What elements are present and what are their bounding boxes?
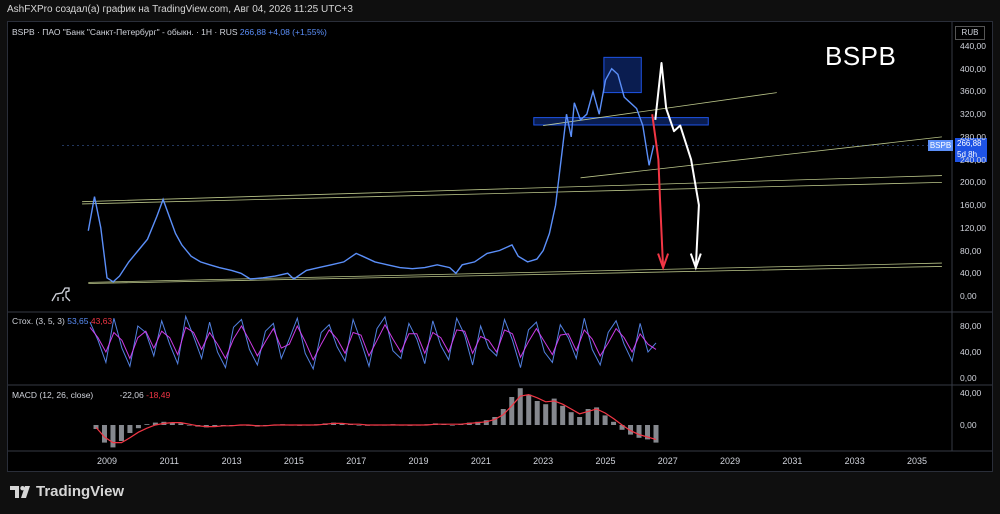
stoch-axis-tick: 0,00 bbox=[960, 373, 977, 383]
resistance-zone bbox=[533, 117, 709, 126]
price-axis-tick: 400,00 bbox=[960, 63, 986, 74]
macd-histogram-bar bbox=[602, 415, 608, 425]
macd-histogram-bar bbox=[110, 425, 116, 448]
trendline-3 bbox=[82, 181, 942, 205]
trendline-4 bbox=[88, 262, 942, 283]
macd-histogram-bar bbox=[543, 404, 549, 425]
time-axis-tick: 2009 bbox=[96, 456, 118, 466]
price-axis-tick: 320,00 bbox=[960, 109, 986, 120]
macd-histogram-bar bbox=[500, 409, 506, 425]
trendline-5 bbox=[88, 266, 942, 284]
macd-histogram-bar bbox=[127, 425, 133, 433]
macd-histogram-bar bbox=[568, 412, 574, 425]
tradingview-logo-icon bbox=[10, 486, 30, 498]
stoch-axis-tick: 80,00 bbox=[960, 321, 982, 331]
brand-name: TradingView bbox=[36, 483, 125, 500]
time-axis-tick: 2021 bbox=[470, 456, 491, 466]
macd-legend: MACD (12, 26, close) -22,06 -18,49 bbox=[12, 390, 170, 400]
stoch-line-d bbox=[89, 323, 657, 361]
macd-histogram-bar bbox=[526, 394, 532, 425]
price-tag-symbol: BSPB bbox=[928, 140, 953, 151]
time-axis-tick: 2027 bbox=[657, 456, 678, 466]
macd-histogram-bar bbox=[93, 425, 99, 429]
macd-label: MACD (12, 26, close) bbox=[12, 390, 94, 400]
stoch-legend: Стох. (3, 5, 3) 53,65 43,63 bbox=[12, 316, 112, 326]
price-axis-tick: 240,00 bbox=[960, 154, 986, 165]
macd-histogram-bar bbox=[534, 401, 540, 425]
macd-histogram-bar bbox=[135, 425, 141, 429]
price-legend: BSPB · ПАО "Банк "Санкт-Петербург" - обы… bbox=[12, 27, 327, 37]
macd-histogram-bar bbox=[560, 405, 566, 425]
stoch-label: Стох. (3, 5, 3) bbox=[12, 316, 65, 326]
time-axis-tick: 2019 bbox=[408, 456, 429, 466]
macd-histogram-bar bbox=[636, 425, 642, 438]
chart-canvas[interactable] bbox=[0, 0, 1000, 514]
price-axis-tick: 200,00 bbox=[960, 177, 986, 188]
stoch-axis-tick: 40,00 bbox=[960, 347, 982, 357]
price-axis-tick: 440,00 bbox=[960, 41, 986, 51]
stoch-line-k bbox=[89, 314, 657, 371]
time-axis-tick: 2035 bbox=[906, 456, 928, 466]
time-axis-tick: 2013 bbox=[221, 456, 242, 466]
macd-histogram-bar bbox=[118, 425, 124, 441]
price-axis-tick: 160,00 bbox=[960, 200, 986, 211]
macd-histogram-bar bbox=[356, 425, 362, 426]
macd-histogram-bar bbox=[611, 421, 617, 425]
macd-histogram-bar bbox=[144, 424, 150, 425]
time-axis-tick: 2017 bbox=[346, 456, 367, 466]
trendline-1 bbox=[580, 136, 942, 179]
last-price: 266,88 bbox=[239, 27, 266, 37]
top-zone bbox=[603, 56, 642, 94]
macd-axis-tick: 0,00 bbox=[960, 420, 977, 430]
price-line bbox=[87, 67, 655, 283]
macd-histogram-bar bbox=[653, 425, 659, 443]
trendline-2 bbox=[82, 175, 942, 203]
time-axis-tick: 2033 bbox=[844, 456, 865, 466]
macd-histogram-bar bbox=[577, 417, 583, 425]
currency-button[interactable]: RUB bbox=[955, 26, 985, 40]
time-axis-tick: 2015 bbox=[283, 456, 304, 466]
macd-histogram-bar bbox=[517, 388, 523, 425]
macd-histogram-bar bbox=[449, 425, 455, 426]
price-axis-tick: 40,00 bbox=[960, 268, 982, 279]
macd-histogram-bar bbox=[551, 398, 557, 425]
price-axis-tick: 280,00 bbox=[960, 131, 986, 142]
watermark-ticker: BSPB bbox=[825, 41, 897, 71]
price-axis-tick: 80,00 bbox=[960, 245, 982, 256]
macd-signal-value: -18,49 bbox=[146, 390, 171, 400]
time-axis-tick: 2029 bbox=[720, 456, 741, 466]
stoch-d-value: 43,63 bbox=[90, 316, 113, 326]
price-axis-tick: 0,00 bbox=[960, 291, 977, 301]
price-axis-tick: 120,00 bbox=[960, 222, 986, 233]
time-axis-tick: 2025 bbox=[595, 456, 616, 466]
price-change: +4,08 (+1,55%) bbox=[268, 27, 327, 37]
macd-axis-tick: 40,00 bbox=[960, 388, 982, 398]
macd-histogram-bar bbox=[178, 423, 184, 425]
symbol-legend: BSPB · ПАО "Банк "Санкт-Петербург" - обы… bbox=[12, 27, 238, 37]
macd-histogram-bar bbox=[101, 425, 107, 443]
time-axis-tick: 2031 bbox=[782, 456, 803, 466]
dino-icon[interactable] bbox=[51, 287, 71, 302]
price-axis-tick: 360,00 bbox=[960, 86, 986, 97]
time-axis-tick: 2023 bbox=[533, 456, 554, 466]
forecast-arrow-red bbox=[651, 114, 665, 268]
macd-histogram-bar bbox=[509, 397, 515, 425]
time-axis-tick: 2011 bbox=[159, 456, 179, 466]
macd-hist-value: -22,06 bbox=[119, 390, 144, 400]
stoch-k-value: 53,65 bbox=[67, 316, 89, 326]
